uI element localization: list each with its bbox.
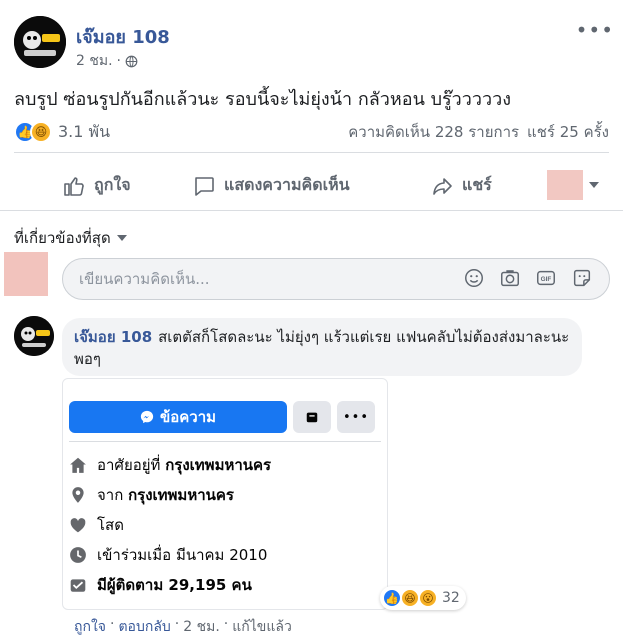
post-author[interactable]: เจ๊มอย 108 [76, 22, 170, 51]
reaction-count: 3.1 พัน [58, 121, 111, 141]
separator: · [110, 616, 115, 632]
comment-bubble-icon [195, 176, 214, 196]
share-arrow-icon [433, 177, 452, 195]
info-row-value: กรุงเทพมหานคร [128, 486, 234, 504]
post-meta: 2 ชม. · [76, 50, 138, 72]
like-label: ถูกใจ [94, 175, 131, 194]
divider [0, 210, 623, 211]
comment-reply-link[interactable]: ตอบกลับ [118, 616, 170, 638]
clock-icon [70, 547, 86, 563]
separator: · [223, 616, 229, 632]
post-text: ลบรูป ซ่อนรูปกันอีกแล้วนะ รอบนี้จะไม่ยุ่… [14, 89, 512, 110]
chevron-down-icon [116, 235, 127, 241]
comment-like-link[interactable]: ถูกใจ [74, 616, 106, 638]
comment-sort-dropdown[interactable]: ที่เกี่ยวข้องที่สุด [14, 226, 127, 250]
haha-reaction-icon: 😆 [400, 588, 420, 608]
haha-reaction-icon: 😆 [30, 121, 52, 143]
comment-attached-image[interactable]: ข้อความ ••• อาศัยอยู่ที่ กรุงเทพมหานคร จ… [62, 378, 388, 610]
message-label: ข้อความ [159, 408, 217, 426]
gif-icon[interactable]: GIF [535, 267, 557, 289]
share-button[interactable]: แชร์ [430, 173, 492, 198]
sort-label: ที่เกี่ยวข้องที่สุด [14, 229, 111, 247]
info-row-text: เข้าร่วมเมื่อ มีนาคม 2010 [97, 546, 268, 564]
info-row-joined: เข้าร่วมเมื่อ มีนาคม 2010 [69, 543, 267, 567]
wow-reaction-icon: 😮 [418, 588, 438, 608]
globe-icon [125, 55, 138, 67]
stats-right: ความคิดเห็น 228 รายการ แชร์ 25 ครั้ง [348, 120, 609, 144]
info-row-text: จาก [97, 486, 129, 504]
current-user-avatar [4, 252, 48, 296]
author-avatar[interactable] [14, 16, 66, 68]
info-row-value: กรุงเทพมหานคร [165, 456, 272, 474]
sticker-icon[interactable] [571, 267, 593, 289]
comment-time[interactable]: 2 ชม. [183, 616, 220, 638]
followers-icon [70, 579, 86, 592]
info-row-relationship: โสด [69, 513, 124, 537]
info-row-followers: มีผู้ติดตาม 29,195 คน [69, 573, 252, 597]
comment-input-placeholder: เขียนความคิดเห็น... [79, 270, 210, 288]
comments-count-link[interactable]: ความคิดเห็น 228 รายการ [348, 120, 519, 144]
more-icon: ••• [337, 401, 375, 433]
home-icon [70, 457, 86, 473]
more-options-button[interactable]: ••• [576, 18, 614, 42]
shares-count-link[interactable]: แชร์ 25 ครั้ง [527, 120, 609, 144]
chevron-down-icon [589, 182, 599, 188]
heart-icon [70, 518, 86, 533]
camera-icon[interactable] [499, 267, 521, 289]
comment-reaction-summary[interactable]: 👍 😆 😮 32 [380, 586, 466, 610]
info-row-text: โสด [97, 516, 124, 534]
comment-reaction-count: 32 [442, 590, 460, 606]
comment-bubble: เจ๊มอย 108 สเตตัสก็โสดละนะ ไม่ยุ่งๆ แร้วแ… [62, 318, 582, 376]
comment-input[interactable]: เขียนความคิดเห็น... GIF [62, 258, 610, 300]
reaction-summary-link[interactable]: 👍 😆 3.1 พัน [14, 120, 110, 145]
thumbs-up-icon [64, 176, 84, 196]
commenter-avatar[interactable] [14, 316, 54, 356]
like-reaction-icon: 👍 [382, 588, 402, 608]
message-button: ข้อความ [69, 401, 287, 433]
comment-button[interactable]: แสดงความคิดเห็น [192, 173, 350, 198]
location-pin-icon [72, 487, 84, 503]
post-header: เจ๊มอย 108 2 ชม. · ••• [14, 16, 614, 72]
comment-input-icons: GIF [463, 267, 593, 289]
comment-edited[interactable]: แก้ไขแล้ว [232, 616, 292, 638]
info-row-text: มีผู้ติดตาม 29,195 คน [97, 576, 252, 594]
audience-selector[interactable] [547, 170, 599, 200]
save-icon [293, 401, 331, 433]
separator: · [174, 616, 180, 632]
audience-avatar [547, 170, 583, 200]
messenger-icon [140, 410, 154, 424]
divider [14, 152, 609, 153]
post-action-bar: ถูกใจ แสดงความคิดเห็น แชร์ [14, 160, 609, 210]
info-row-from: จาก กรุงเทพมหานคร [69, 483, 234, 507]
info-row-lives: อาศัยอยู่ที่ กรุงเทพมหานคร [69, 453, 271, 477]
share-label: แชร์ [462, 175, 492, 194]
svg-text:GIF: GIF [541, 276, 552, 283]
comment-author[interactable]: เจ๊มอย 108 [74, 328, 152, 346]
post-stats: 👍 😆 3.1 พัน ความคิดเห็น 228 รายการ แชร์ … [14, 120, 609, 144]
like-button[interactable]: ถูกใจ [62, 173, 131, 198]
divider [69, 441, 381, 442]
post-time[interactable]: 2 ชม. [76, 50, 113, 72]
info-row-text: อาศัยอยู่ที่ [97, 456, 166, 474]
comment-label: แสดงความคิดเห็น [224, 175, 350, 194]
comment-actions: ถูกใจ · ตอบกลับ · 2 ชม. · แก้ไขแล้ว [74, 616, 292, 638]
emoji-icon[interactable] [463, 267, 485, 289]
